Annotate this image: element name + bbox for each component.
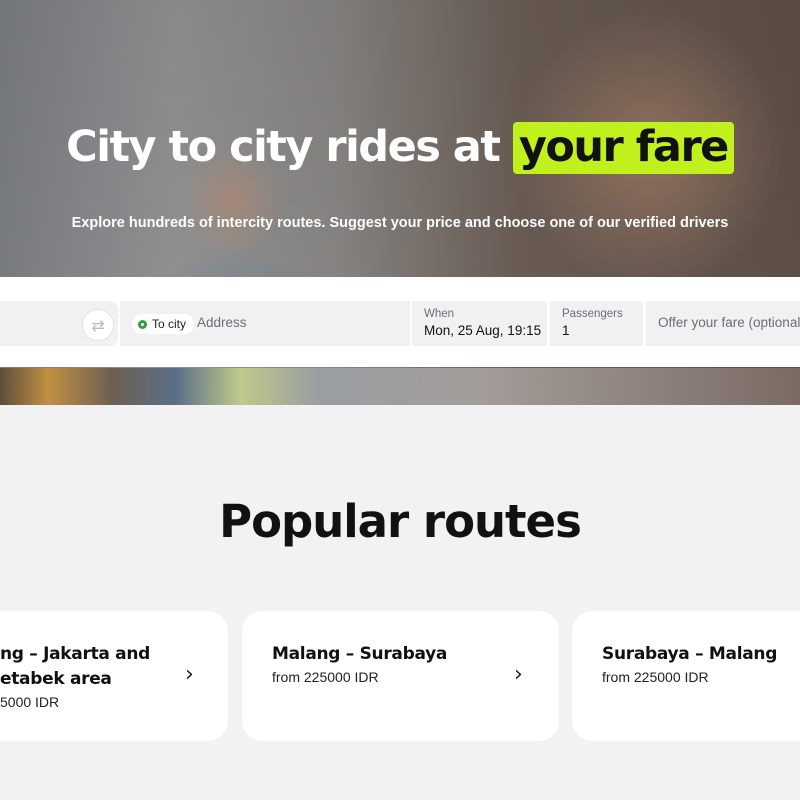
when-field[interactable]: When Mon, 25 Aug, 19:15: [412, 301, 547, 346]
passengers-field[interactable]: Passengers 1: [550, 301, 643, 346]
route-card-price: from 225000 IDR: [272, 669, 379, 685]
route-card[interactable]: Surabaya – Malang from 225000 IDR: [572, 611, 800, 741]
passengers-label: Passengers: [562, 308, 623, 320]
hero-title: City to city rides at your fare: [0, 122, 800, 174]
passengers-value: 1: [562, 323, 570, 338]
swap-cities-button[interactable]: ⇄: [82, 309, 114, 341]
route-card-price: 5000 IDR: [0, 694, 60, 710]
route-card-price: from 225000 IDR: [602, 669, 709, 685]
popular-routes-title: Popular routes: [219, 495, 582, 548]
route-card-title: Malang – Surabaya: [272, 644, 448, 664]
offer-fare-field[interactable]: Offer your fare (optional): [646, 301, 800, 346]
route-card[interactable]: Malang – Surabaya from 225000 IDR ›: [242, 611, 559, 741]
chevron-right-icon: ›: [514, 662, 523, 687]
hero-subtitle: Explore hundreds of intercity routes. Su…: [71, 215, 729, 231]
route-card[interactable]: ng – Jakarta and etabek area 5000 IDR ›: [0, 611, 228, 741]
route-card-title: Surabaya – Malang: [602, 644, 778, 664]
to-address-placeholder: Address: [197, 315, 247, 330]
hero-title-main: City to city rides at: [66, 122, 513, 172]
route-card-title-line1: ng – Jakarta and: [0, 644, 151, 664]
chevron-right-icon: ›: [185, 662, 194, 687]
offer-fare-placeholder: Offer your fare (optional): [658, 315, 800, 330]
to-city-pill-label: To city: [152, 317, 187, 331]
to-city-field[interactable]: To city Address: [120, 301, 410, 346]
hero-title-highlight: your fare: [512, 122, 734, 174]
route-card-title-line2: etabek area: [0, 669, 112, 689]
when-value: Mon, 25 Aug, 19:15: [424, 323, 542, 338]
ride-search-bar: ⇄ To city Address When Mon, 25 Aug, 19:1…: [0, 277, 800, 367]
destination-dot-icon: [138, 319, 147, 329]
swap-icon: ⇄: [91, 315, 105, 335]
to-city-pill: To city: [132, 314, 195, 334]
search-fields-row: ⇄ To city Address When Mon, 25 Aug, 19:1…: [0, 301, 800, 346]
hero-background-strip: [0, 368, 800, 405]
when-label: When: [424, 308, 455, 320]
